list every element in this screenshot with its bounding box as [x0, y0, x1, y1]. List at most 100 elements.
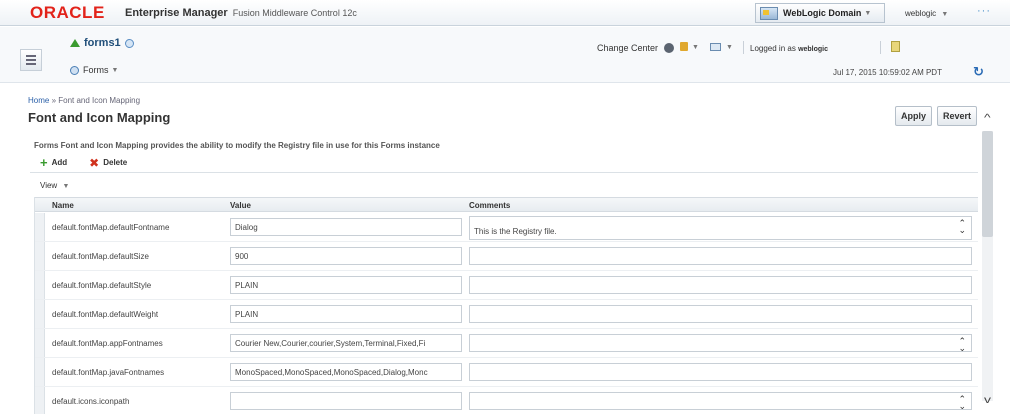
comment-input[interactable]: ⌃ ⌄ — [469, 334, 972, 352]
forms-menu[interactable]: Forms ▼ — [70, 65, 118, 75]
chevron-down-icon: ▼ — [864, 9, 872, 17]
comment-input[interactable] — [469, 363, 972, 381]
product-name: Enterprise Manager — [125, 7, 228, 19]
table-row[interactable]: default.fontMap.defaultWeight PLAIN — [35, 300, 978, 329]
logged-in-prefix: Logged in as — [750, 44, 796, 53]
table-row[interactable]: default.fontMap.defaultStyle PLAIN — [35, 271, 978, 300]
domain-menu-label: WebLogic Domain — [783, 8, 862, 18]
change-center-button[interactable]: Change Center — [597, 43, 675, 53]
row-name: default.fontMap.defaultFontname — [52, 223, 170, 232]
comment-input[interactable]: ⌃ ⌄ — [469, 392, 972, 410]
status-up-icon — [70, 39, 80, 47]
value-input[interactable]: PLAIN — [230, 276, 462, 294]
chevron-down-icon: ▼ — [62, 183, 70, 190]
product-title: Enterprise Manager Fusion Middleware Con… — [125, 7, 357, 19]
row-name: default.fontMap.defaultStyle — [52, 281, 152, 290]
delete-icon: ✖ — [89, 155, 100, 170]
more-options-icon[interactable]: ··· — [977, 5, 991, 17]
value-input[interactable]: 900 — [230, 247, 462, 265]
row-selector[interactable] — [35, 213, 45, 241]
oracle-logo: ORACLE — [30, 3, 105, 22]
row-selector[interactable] — [35, 271, 45, 299]
resize-arrows-icon[interactable]: ⌃ ⌄ — [958, 337, 966, 352]
row-name: default.fontMap.appFontnames — [52, 339, 163, 348]
forms-icon — [70, 65, 79, 75]
column-header-name[interactable]: Name — [52, 201, 74, 210]
logged-in-user: weblogic — [798, 46, 829, 53]
row-name: default.fontMap.defaultSize — [52, 252, 149, 261]
row-selector[interactable] — [35, 242, 45, 270]
scroll-up-icon[interactable]: ^ — [984, 113, 991, 124]
table-row[interactable]: default.fontMap.javaFontnames MonoSpaced… — [35, 358, 978, 387]
help-icon — [664, 43, 675, 53]
weblogic-domain-menu[interactable]: WebLogic Domain ▼ — [755, 3, 885, 23]
view-menu-label: View — [40, 181, 58, 190]
value-input[interactable] — [230, 392, 462, 410]
target-bar: forms1 Forms ▼ Change Center ▼ ▼ Logged … — [0, 27, 1010, 83]
row-selector[interactable] — [35, 358, 45, 386]
value-input[interactable]: PLAIN — [230, 305, 462, 323]
value-input[interactable]: Courier New,Courier,courier,System,Termi… — [230, 334, 462, 352]
row-selector[interactable] — [35, 387, 45, 414]
resize-arrows-icon[interactable]: ⌃ ⌄ — [958, 395, 966, 410]
row-name: default.icons.iconpath — [52, 397, 130, 406]
resize-arrows-icon[interactable]: ⌃ ⌄ — [958, 219, 966, 235]
table-row[interactable]: default.fontMap.appFontnames Courier New… — [35, 329, 978, 358]
column-header-value[interactable]: Value — [230, 201, 251, 210]
mail-icon[interactable] — [710, 43, 721, 51]
navigation-menu-button[interactable] — [20, 49, 42, 71]
table-row[interactable]: default.fontMap.defaultSize 900 — [35, 242, 978, 271]
mapping-table: Name Value Comments default.fontMap.defa… — [34, 197, 978, 414]
chevron-down-icon: ▼ — [941, 11, 949, 18]
comment-input[interactable] — [469, 305, 972, 323]
table-toolbar: + Add ✖ Delete — [30, 153, 978, 173]
chevron-down-icon[interactable]: ▼ — [692, 44, 699, 51]
breadcrumb-current: Font and Icon Mapping — [58, 96, 141, 105]
add-button[interactable]: + Add — [40, 154, 68, 170]
document-icon[interactable] — [891, 41, 900, 52]
delete-button[interactable]: ✖ Delete — [89, 156, 127, 170]
page-description: Forms Font and Icon Mapping provides the… — [34, 141, 440, 150]
comment-input[interactable]: This is the Registry file. ⌃ ⌄ — [469, 216, 972, 240]
logged-in-status: Logged in as weblogic — [750, 44, 828, 53]
change-center-label: Change Center — [597, 43, 659, 53]
scroll-down-icon[interactable]: v — [984, 395, 991, 406]
forms-menu-label: Forms — [83, 65, 109, 75]
comment-text: This is the Registry file. — [474, 227, 557, 236]
comment-input[interactable] — [469, 276, 972, 294]
view-menu[interactable]: View ▼ — [40, 181, 69, 190]
apply-button[interactable]: Apply — [895, 106, 932, 126]
divider — [880, 41, 881, 54]
delete-label: Delete — [103, 158, 128, 167]
target-info-icon[interactable] — [124, 38, 134, 48]
breadcrumb-home-link[interactable]: Home — [28, 96, 49, 105]
add-label: Add — [51, 158, 68, 167]
scrollbar-thumb[interactable] — [982, 131, 993, 237]
row-selector[interactable] — [35, 300, 45, 328]
table-header: Name Value Comments — [35, 197, 978, 212]
divider — [743, 41, 744, 54]
add-icon: + — [40, 154, 48, 170]
refresh-icon[interactable]: ↻ — [973, 64, 984, 80]
comment-input[interactable] — [469, 247, 972, 265]
row-name: default.fontMap.defaultWeight — [52, 310, 159, 319]
value-input[interactable]: Dialog — [230, 218, 462, 236]
row-selector[interactable] — [35, 329, 45, 357]
product-subtitle: Fusion Middleware Control 12c — [232, 8, 357, 18]
user-menu[interactable]: weblogic ▼ — [905, 9, 948, 18]
table-row[interactable]: default.icons.iconpath ⌃ ⌄ — [35, 387, 978, 414]
page-timestamp: Jul 17, 2015 10:59:02 AM PDT — [833, 68, 942, 77]
lock-icon[interactable] — [680, 42, 688, 51]
top-header: ORACLE Enterprise Manager Fusion Middlew… — [0, 0, 1010, 26]
revert-button[interactable]: Revert — [937, 106, 977, 126]
chevron-down-icon[interactable]: ▼ — [726, 44, 733, 51]
target-name: forms1 — [84, 37, 121, 49]
user-name: weblogic — [905, 9, 937, 18]
column-header-comments[interactable]: Comments — [469, 201, 510, 210]
domain-icon — [760, 6, 778, 20]
target-title: forms1 — [70, 37, 134, 49]
breadcrumb: Home » Font and Icon Mapping — [28, 96, 140, 105]
row-name: default.fontMap.javaFontnames — [52, 368, 165, 377]
table-row[interactable]: default.fontMap.defaultFontname Dialog T… — [35, 213, 978, 242]
value-input[interactable]: MonoSpaced,MonoSpaced,MonoSpaced,Dialog,… — [230, 363, 462, 381]
